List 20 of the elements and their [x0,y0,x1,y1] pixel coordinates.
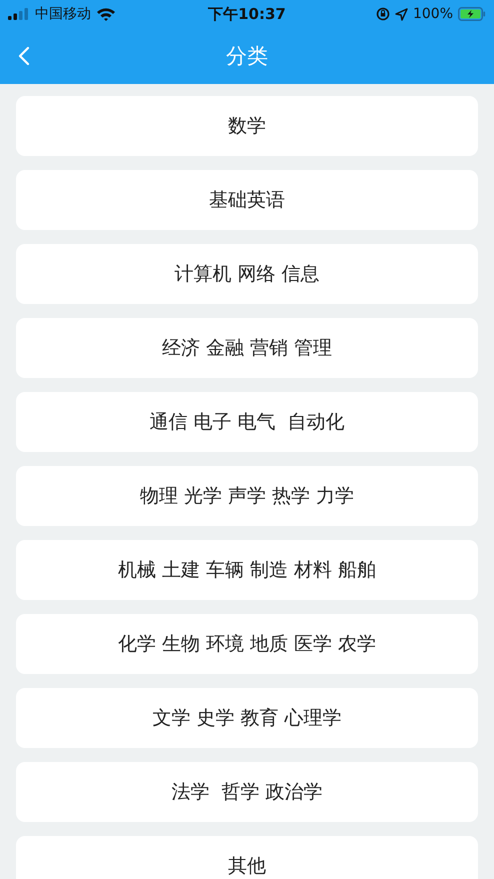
category-button[interactable]: 计算机 网络 信息 [16,244,478,304]
wifi-icon [96,7,116,21]
category-button[interactable]: 物理 光学 声学 热学 力学 [16,466,478,526]
category-button[interactable]: 数学 [16,96,478,156]
category-button[interactable]: 通信 电子 电气 自动化 [16,392,478,452]
location-icon [394,8,408,20]
rotation-lock-icon [376,7,390,21]
battery-percent: 100% [412,6,453,22]
category-button[interactable]: 法学 哲学 政治学 [16,762,478,822]
signal-icon [8,8,30,20]
category-button[interactable]: 经济 金融 营销 管理 [16,318,478,378]
category-button[interactable]: 化学 生物 环境 地质 医学 农学 [16,614,478,674]
category-button[interactable]: 基础英语 [16,170,478,230]
category-button[interactable]: 机械 土建 车辆 制造 材料 船舶 [16,540,478,600]
category-button[interactable]: 文学 史学 教育 心理学 [16,688,478,748]
status-time: 下午10:37 [208,4,286,24]
category-button[interactable]: 其他 [16,836,478,879]
page-title: 分类 [226,43,268,70]
carrier-name: 中国移动 [35,5,91,23]
chevron-left-icon [18,46,30,66]
